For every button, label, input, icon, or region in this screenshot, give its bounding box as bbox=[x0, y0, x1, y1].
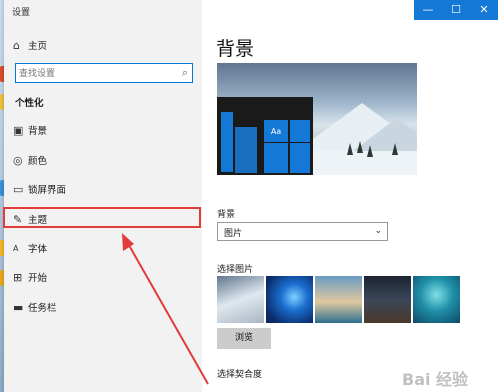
home-icon: ⌂ bbox=[13, 38, 20, 52]
palette-icon: ◎ bbox=[13, 153, 23, 167]
thumbnail-beach-rock[interactable] bbox=[315, 276, 362, 323]
sidebar-item-label: 任务栏 bbox=[28, 303, 57, 314]
sidebar-item-label: 主页 bbox=[28, 41, 48, 52]
preview-tree bbox=[357, 141, 363, 153]
picture-thumbnails bbox=[217, 276, 460, 323]
preview-tree bbox=[392, 143, 398, 155]
sidebar-item-lockscreen[interactable]: ▭ 锁屏界面 bbox=[4, 177, 202, 201]
preview-tree bbox=[347, 143, 353, 155]
taskbar-icon: ▬ bbox=[13, 300, 24, 314]
section-heading: 个性化 bbox=[15, 98, 44, 109]
sidebar-item-home[interactable]: ⌂ 主页 bbox=[4, 33, 202, 57]
sidebar-item-label: 背景 bbox=[28, 126, 48, 137]
background-dropdown[interactable]: 图片 ⌄ bbox=[217, 222, 388, 241]
choose-fit-label: 选择契合度 bbox=[217, 370, 263, 380]
sidebar: 设置 ⌂ 主页 ⌕ 个性化 ▣ 背景 ◎ 颜色 ▭ 锁屏界面 ✎ 主题 A 字体 bbox=[4, 0, 202, 392]
sidebar-item-start[interactable]: ⊞ 开始 bbox=[4, 265, 202, 289]
thumbnail-snowy-mountain[interactable] bbox=[217, 276, 264, 323]
dropdown-value: 图片 bbox=[224, 229, 243, 239]
background-label: 背景 bbox=[217, 210, 236, 220]
image-icon: ▣ bbox=[13, 123, 24, 137]
thumbnail-night-sky[interactable] bbox=[364, 276, 411, 323]
browse-button[interactable]: 浏览 bbox=[217, 328, 271, 349]
background-preview: Aa bbox=[217, 63, 417, 175]
annotation-highlight-box bbox=[3, 207, 201, 228]
sidebar-item-background[interactable]: ▣ 背景 bbox=[4, 118, 202, 142]
thumbnail-underwater[interactable] bbox=[413, 276, 460, 323]
search-input[interactable] bbox=[19, 66, 169, 81]
chevron-down-icon: ⌄ bbox=[374, 226, 382, 236]
close-button[interactable]: ✕ bbox=[470, 0, 498, 20]
preview-tile bbox=[264, 143, 288, 173]
choose-picture-label: 选择图片 bbox=[217, 265, 254, 275]
settings-window: 设置 ⌂ 主页 ⌕ 个性化 ▣ 背景 ◎ 颜色 ▭ 锁屏界面 ✎ 主题 A 字体 bbox=[4, 0, 500, 392]
sidebar-item-taskbar[interactable]: ▬ 任务栏 bbox=[4, 295, 202, 319]
font-icon: A bbox=[13, 243, 19, 253]
monitor-lock-icon: ▭ bbox=[13, 182, 24, 196]
preview-tile bbox=[235, 127, 257, 173]
window-title: 设置 bbox=[12, 8, 31, 18]
sidebar-item-label: 锁屏界面 bbox=[28, 185, 67, 196]
sidebar-item-colors[interactable]: ◎ 颜色 bbox=[4, 148, 202, 172]
search-icon[interactable]: ⌕ bbox=[182, 66, 188, 80]
preview-startmenu bbox=[221, 112, 233, 172]
start-grid-icon: ⊞ bbox=[13, 270, 23, 284]
thumbnail-windows-blue[interactable] bbox=[266, 276, 313, 323]
window-controls: — ☐ ✕ bbox=[414, 0, 498, 20]
sidebar-item-label: 开始 bbox=[28, 273, 48, 284]
minimize-button[interactable]: — bbox=[414, 0, 442, 20]
preview-tile bbox=[290, 143, 310, 173]
page-title: 背景 bbox=[216, 38, 255, 60]
search-box[interactable]: ⌕ bbox=[15, 63, 193, 83]
preview-tile bbox=[290, 120, 310, 142]
maximize-button[interactable]: ☐ bbox=[442, 0, 470, 20]
main-content: — ☐ ✕ 背景 Aa 背景 图片 ⌄ 选择图片 浏览 选择契合度 bbox=[202, 0, 500, 392]
sidebar-item-label: 字体 bbox=[28, 244, 48, 255]
watermark: Bai 经验 bbox=[402, 370, 469, 389]
sidebar-item-label: 颜色 bbox=[28, 156, 48, 167]
sidebar-item-fonts[interactable]: A 字体 bbox=[4, 236, 202, 260]
preview-tile-text: Aa bbox=[264, 120, 288, 142]
preview-tree bbox=[367, 145, 373, 157]
